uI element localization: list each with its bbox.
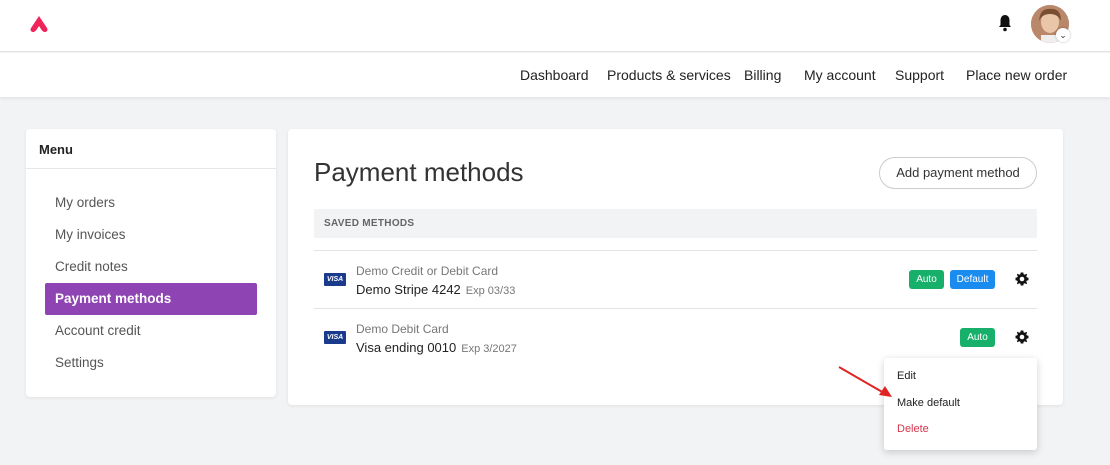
page-title: Payment methods [314,157,524,187]
sidebar-menu: Menu My orders My invoices Credit notes … [26,129,276,397]
nav-my-account[interactable]: My account [804,67,876,83]
method-name: Demo Debit Card [356,322,449,336]
method-expiry: Exp 3/2027 [461,343,517,355]
sidebar-title: Menu [26,129,276,169]
dropdown-delete[interactable]: Delete [897,423,929,435]
auto-badge: Auto [909,270,944,289]
payment-method-row: VISA Demo Credit or Debit Card Demo Stri… [314,251,1037,307]
annotation-arrow-icon [838,366,892,397]
nav-products-services[interactable]: Products & services [607,67,731,83]
sidebar-item-my-invoices[interactable]: My invoices [45,219,257,251]
visa-card-icon: VISA [324,273,346,286]
dropdown-make-default[interactable]: Make default [897,397,960,409]
dropdown-edit[interactable]: Edit [897,370,916,382]
payment-method-row: VISA Demo Debit Card Visa ending 0010 Exp… [314,309,1037,365]
bell-icon[interactable] [997,14,1013,32]
chevron-down-icon[interactable]: ⌄ [1056,28,1070,42]
nav-place-new-order[interactable]: Place new order [966,67,1067,83]
saved-methods-header: SAVED METHODS [314,209,1037,238]
method-number: Visa ending 0010 [356,340,457,355]
default-badge: Default [950,270,995,289]
sidebar-item-settings[interactable]: Settings [45,347,257,379]
method-actions-dropdown: Edit Make default Delete [884,358,1037,450]
method-detail: Visa ending 0010 Exp 3/2027 [356,340,517,355]
top-bar: ⌄ [0,0,1110,52]
sidebar-item-credit-notes[interactable]: Credit notes [45,251,257,283]
add-payment-method-button[interactable]: Add payment method [879,157,1037,189]
sidebar-item-account-credit[interactable]: Account credit [45,315,257,347]
gear-icon[interactable] [1014,271,1030,287]
nav-dashboard[interactable]: Dashboard [520,67,589,83]
sidebar-item-my-orders[interactable]: My orders [45,187,257,219]
gear-icon[interactable] [1014,329,1030,345]
auto-badge: Auto [960,328,995,347]
nav-billing[interactable]: Billing [744,67,781,83]
sidebar-item-payment-methods[interactable]: Payment methods [45,283,257,315]
nav-support[interactable]: Support [895,67,944,83]
method-detail: Demo Stripe 4242 Exp 03/33 [356,282,515,297]
method-name: Demo Credit or Debit Card [356,264,499,278]
main-nav: Dashboard Products & services Billing My… [0,53,1110,97]
method-expiry: Exp 03/33 [465,285,516,297]
brand-logo-icon[interactable] [28,14,50,34]
method-number: Demo Stripe 4242 [356,282,461,297]
visa-card-icon: VISA [324,331,346,344]
